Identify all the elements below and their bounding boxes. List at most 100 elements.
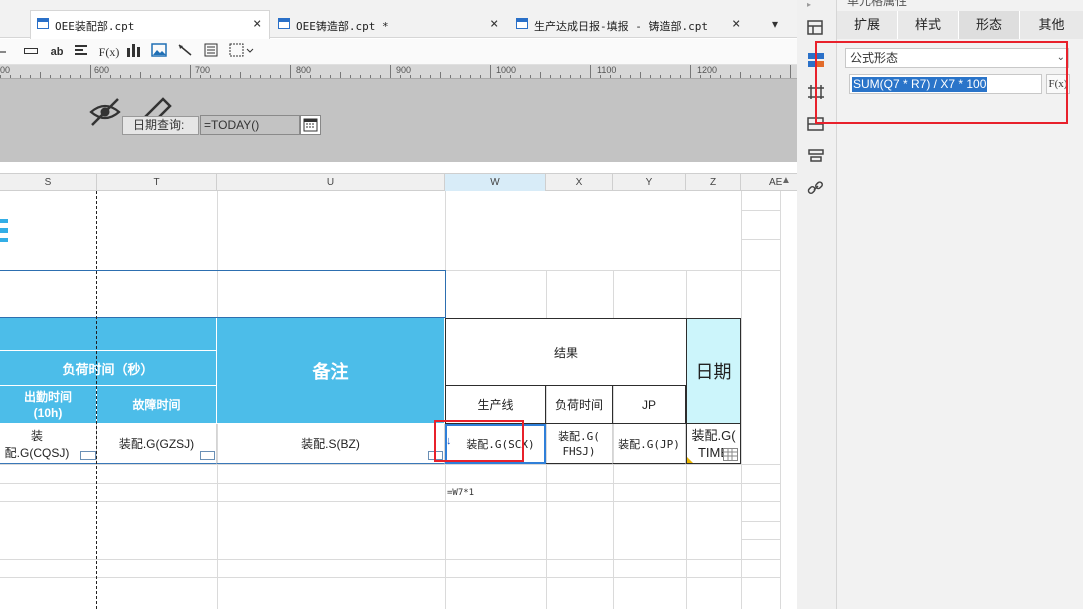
ruler-tick — [630, 75, 631, 78]
report-grid: 负荷时间（秒） 出勤时间 (10h) 故障时间 备注 结果 生产线 负荷时间 J… — [0, 191, 797, 609]
ruler-tick — [90, 65, 91, 78]
parameter-pane: 日期查询: =TODAY() — [0, 79, 797, 162]
ruler-tick — [640, 72, 641, 78]
ruler-tick — [240, 72, 241, 78]
image-icon[interactable] — [151, 43, 167, 61]
pane-gap — [0, 162, 797, 173]
load-time-short-header[interactable]: 负荷时间 — [546, 386, 613, 424]
subtitle-cell[interactable] — [0, 270, 446, 318]
attend-time-header[interactable]: 出勤时间 (10h) — [0, 386, 97, 424]
date-query-input[interactable]: =TODAY() — [200, 115, 300, 135]
column-header-u[interactable]: U — [217, 174, 445, 191]
ruler-tick — [40, 72, 41, 78]
ruler-tick — [500, 75, 501, 78]
ruler-tick — [790, 65, 791, 78]
blue-header-top[interactable] — [0, 318, 217, 351]
remark-header[interactable]: 备注 — [217, 318, 445, 424]
ruler-tick — [730, 75, 731, 78]
close-icon[interactable]: × — [253, 16, 261, 32]
tab-form[interactable]: 形态 — [959, 11, 1020, 39]
fault-time-header[interactable]: 故障时间 — [97, 386, 217, 424]
cell-jp[interactable]: 装配.G(JP) — [613, 424, 686, 464]
column-header-ae[interactable]: AE — [741, 174, 782, 191]
ruler-tick — [100, 75, 101, 78]
chart-icon[interactable] — [126, 43, 142, 61]
ruler-tick — [280, 75, 281, 78]
cell-bz[interactable]: 装配.S(BZ) — [217, 424, 445, 464]
formula-cell[interactable]: =W7*1 — [447, 488, 474, 498]
report-file-icon — [37, 18, 49, 29]
ruler-tick — [690, 65, 691, 78]
ruler-tick — [150, 75, 151, 78]
jp-header[interactable]: JP — [613, 386, 686, 424]
tab-list-icon[interactable]: ▾ — [772, 17, 778, 31]
ruler-tick — [760, 75, 761, 78]
ruler-tick — [370, 75, 371, 78]
ruler-tick — [170, 75, 171, 78]
subreport-icon[interactable] — [203, 43, 219, 61]
date-query-label: 日期查询: — [122, 116, 199, 135]
tab-oee-casting[interactable]: OEE铸造部.cpt * × — [272, 11, 508, 38]
ruler-tick — [580, 75, 581, 78]
ruler-tick — [740, 72, 741, 78]
load-time-header[interactable]: 负荷时间（秒） — [0, 351, 217, 386]
hyperlink-icon[interactable] — [807, 180, 825, 196]
grid-select-icon[interactable] — [723, 448, 738, 461]
ruler-tick — [330, 75, 331, 78]
eye-hidden-icon[interactable] — [88, 97, 122, 127]
column-header-w[interactable]: W — [445, 174, 546, 191]
ruler-tick — [110, 75, 111, 78]
merge-cell-icon[interactable] — [24, 43, 38, 61]
slash-icon[interactable] — [177, 43, 193, 61]
column-header-y[interactable]: Y — [613, 174, 686, 191]
tab-production-report[interactable]: 生产达成日报-填报 - 铸造部.cpt × — [510, 11, 750, 38]
cell-gzsj[interactable]: 装配.G(GZSJ) — [97, 424, 217, 464]
close-icon[interactable]: × — [732, 16, 740, 32]
ruler-tick — [450, 75, 451, 78]
column-header-t[interactable]: T — [97, 174, 217, 191]
ruler-tick — [320, 75, 321, 78]
report-file-icon — [516, 18, 528, 29]
ruler-tick — [700, 75, 701, 78]
ruler-tick — [410, 75, 411, 78]
cell-fhsj[interactable]: 装配.G( FHSJ) — [546, 424, 613, 464]
column-header-s[interactable]: S — [0, 174, 97, 191]
ruler-tick — [480, 75, 481, 78]
ruler-tick — [220, 75, 221, 78]
border-icon[interactable] — [229, 43, 255, 61]
title-fragment — [0, 219, 8, 242]
prod-line-header[interactable]: 生产线 — [445, 386, 546, 424]
tab-oee-assembly[interactable]: OEE装配部.cpt × — [30, 10, 270, 39]
text-button[interactable]: ab — [48, 43, 66, 61]
formula-button[interactable]: F(x) — [98, 43, 120, 61]
expand-marker-icon — [80, 451, 96, 460]
horizontal-ruler: 00 600 700 800 900 1000 1100 1200 — [0, 65, 797, 79]
tab-other[interactable]: 其他 — [1020, 11, 1083, 39]
cell-attr-icon[interactable] — [807, 20, 825, 36]
ruler-tick — [60, 75, 61, 78]
tab-expand[interactable]: 扩展 — [837, 11, 898, 39]
scroll-up-icon[interactable]: ▲ — [781, 175, 791, 186]
ruler-tick — [530, 75, 531, 78]
condition-icon[interactable] — [807, 148, 825, 164]
ruler-tick — [80, 75, 81, 78]
ruler-tick — [210, 75, 211, 78]
date-header[interactable]: 日期 — [686, 318, 741, 424]
result-header[interactable]: 结果 — [445, 318, 686, 386]
ruler-tick — [770, 75, 771, 78]
ruler-tick — [50, 75, 51, 78]
calendar-icon[interactable] — [300, 115, 321, 135]
page-break-line — [96, 191, 97, 609]
column-header-x[interactable]: X — [546, 174, 613, 191]
collapse-icon[interactable]: ▸ — [807, 0, 825, 16]
column-header-z[interactable]: Z — [686, 174, 741, 191]
ruler-tick — [180, 75, 181, 78]
align-icon[interactable] — [74, 43, 88, 61]
ruler-tick — [130, 75, 131, 78]
ruler-tick — [680, 75, 681, 78]
ruler-tick — [340, 72, 341, 78]
tab-style[interactable]: 样式 — [898, 11, 959, 39]
close-icon[interactable]: × — [490, 16, 498, 32]
ruler-tick — [710, 75, 711, 78]
ruler-tick — [590, 65, 591, 78]
